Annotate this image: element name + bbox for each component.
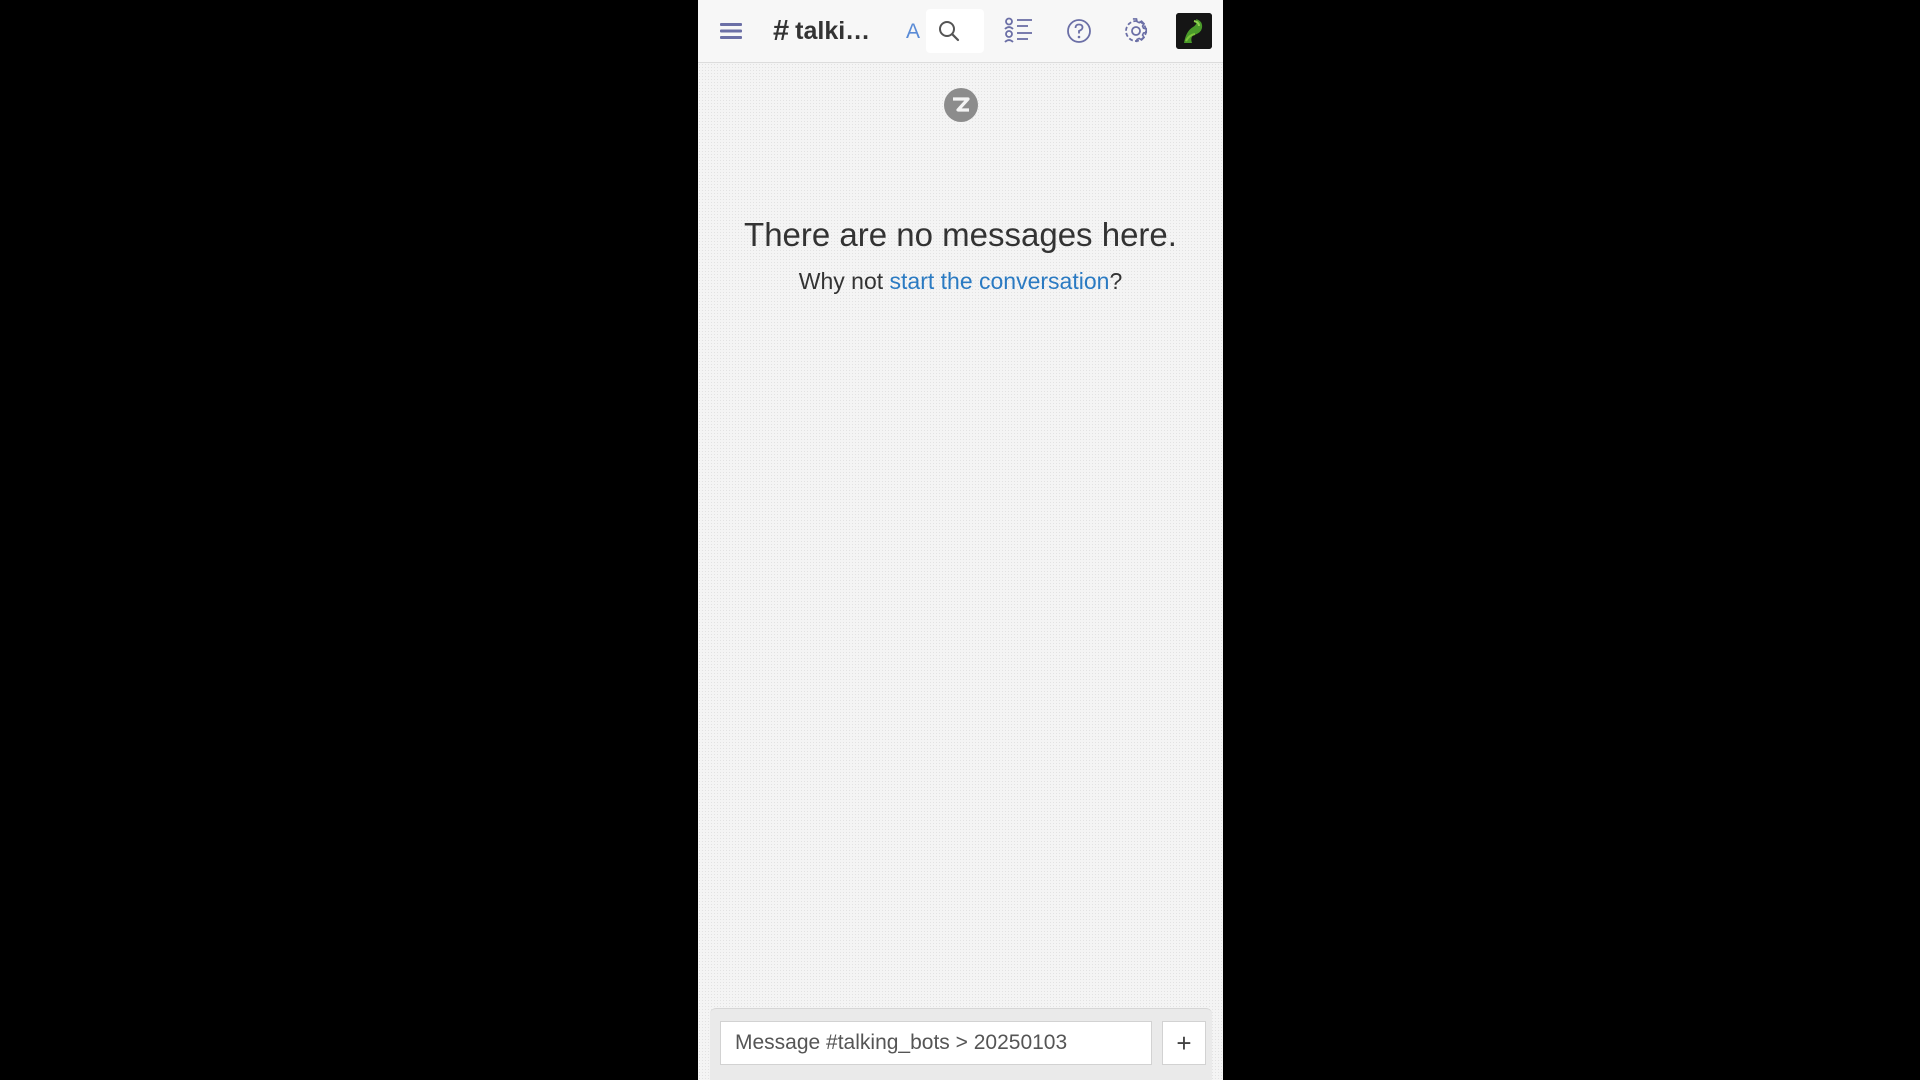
- stream-title[interactable]: # talki…: [773, 12, 870, 50]
- help-icon: [1067, 19, 1091, 43]
- avatar-image: [1176, 13, 1212, 49]
- zulip-logo-icon: [944, 88, 978, 122]
- start-conversation-link[interactable]: start the conversation: [890, 268, 1110, 294]
- user-list-icon: [1004, 17, 1032, 43]
- topic-peek: A: [906, 20, 921, 43]
- top-navbar: # talki… A: [698, 0, 1223, 63]
- user-list-button[interactable]: [998, 10, 1040, 52]
- empty-feed-suffix: ?: [1109, 268, 1123, 294]
- search-icon: [939, 21, 960, 42]
- empty-feed-prefix: Why not: [798, 268, 890, 294]
- help-button[interactable]: [1058, 10, 1100, 52]
- hamburger-menu-button[interactable]: [710, 10, 752, 52]
- settings-button[interactable]: [1115, 10, 1157, 52]
- empty-feed-title: There are no messages here.: [744, 216, 1177, 253]
- search-button[interactable]: [926, 9, 984, 53]
- hashtag-icon: #: [773, 14, 790, 47]
- empty-feed-subtitle: Why not start the conversation?: [698, 268, 1223, 295]
- stream-name: talki…: [795, 16, 871, 45]
- new-message-button[interactable]: +: [1162, 1021, 1206, 1065]
- compose-area: +: [710, 1008, 1212, 1080]
- compose-message-input[interactable]: [720, 1021, 1152, 1065]
- hamburger-menu-icon: [720, 23, 742, 39]
- gear-icon: [1125, 18, 1148, 43]
- user-avatar[interactable]: [1176, 13, 1212, 49]
- app-window: # talki… A There are no messages here. W…: [698, 0, 1223, 1080]
